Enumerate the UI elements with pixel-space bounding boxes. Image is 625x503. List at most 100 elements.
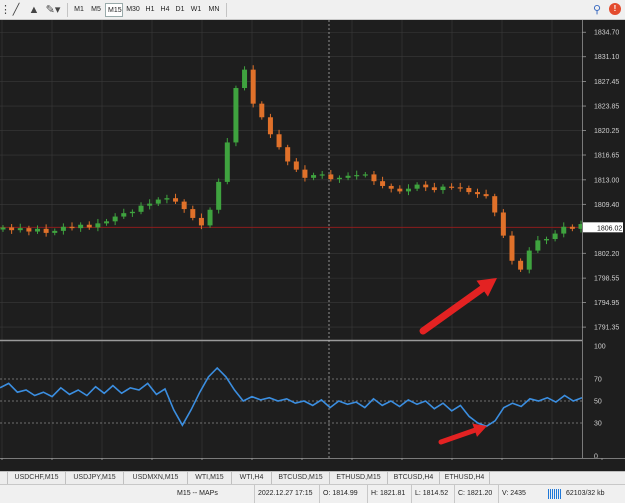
price-tick-label: 1798.55 xyxy=(594,276,619,283)
grid-lines xyxy=(0,20,625,460)
candle-body xyxy=(69,226,75,229)
timeframe-h1[interactable]: H1 xyxy=(143,3,157,17)
candle-body xyxy=(121,213,127,217)
status-low: L: 1814.52 xyxy=(411,485,454,503)
price-tick-label: 1827.45 xyxy=(594,79,619,86)
candle-body xyxy=(190,209,196,218)
candle-body xyxy=(173,198,179,202)
price-tick-label: 1823.85 xyxy=(594,104,619,111)
timeframe-w1[interactable]: W1 xyxy=(188,3,204,17)
tab-ethusd-m15[interactable]: ETHUSD,M15 xyxy=(330,472,388,484)
price-tick-label: 1831.10 xyxy=(594,54,619,61)
candle-body xyxy=(492,196,498,213)
tab-wti-h4[interactable]: WTI,H4 xyxy=(232,472,272,484)
candle-body xyxy=(250,69,256,104)
price-tick-label: 1791.35 xyxy=(594,325,619,332)
candle-body xyxy=(311,175,317,178)
price-tick-label: 1834.70 xyxy=(594,30,619,37)
candle-body xyxy=(354,175,360,177)
candle-body xyxy=(431,187,437,191)
candle-body xyxy=(224,142,230,182)
status-profile: M15 -- MAPs xyxy=(177,490,218,497)
candle-body xyxy=(397,188,403,192)
price-chart[interactable]: 1834.70 1831.10 1827.45 1823.85 1820.25 1816.… xyxy=(0,20,625,460)
candle-body xyxy=(26,228,32,232)
timeframe-m1[interactable]: M1 xyxy=(71,3,87,17)
chart-tabs: USDCHF,M15 USDJPY,M15 USDMXN,M15 WTI,M15 WTI… xyxy=(0,471,625,484)
candle-body xyxy=(138,205,144,212)
candle-body xyxy=(483,194,489,197)
timeframe-toolbar: ⋮ ╱ ▲ ✎▾ ⚲ ! M1 M5 M15 M30 H1 H4 D1 W1 MN xyxy=(0,0,625,20)
candle-body xyxy=(302,169,308,178)
timeframe-m5[interactable]: M5 xyxy=(88,3,104,17)
price-tick-label: 1816.65 xyxy=(594,153,619,160)
toolbar-separator xyxy=(67,3,68,17)
candle-body xyxy=(129,211,135,214)
candle-body xyxy=(112,216,118,222)
triangle-tool-icon[interactable]: ▲ xyxy=(28,2,40,18)
candle-body xyxy=(207,209,213,226)
chart-background xyxy=(0,20,625,460)
candle-body xyxy=(216,181,222,210)
price-tick-label: 1809.40 xyxy=(594,202,619,209)
candle-body xyxy=(466,188,472,193)
candle-body xyxy=(104,221,110,224)
indicator-tick-label: 100 xyxy=(594,344,606,351)
tab-btcusd-h4[interactable]: BTCUSD,H4 xyxy=(388,472,440,484)
candle-body xyxy=(561,226,567,234)
candle-body xyxy=(155,199,161,204)
candle-body xyxy=(500,212,506,236)
status-volume: V: 2435 xyxy=(498,485,542,503)
indicator-tick-label: 30 xyxy=(594,421,602,428)
current-price-label: 1806.02 xyxy=(597,225,622,232)
candle-body xyxy=(380,181,386,186)
status-datetime: 2022.12.27 17:15 xyxy=(254,485,319,503)
candle-body xyxy=(78,224,84,229)
tab-usdmxn-m15[interactable]: USDMXN,M15 xyxy=(124,472,188,484)
candle-body xyxy=(147,203,153,206)
timeframe-d1[interactable]: D1 xyxy=(173,3,187,17)
trendline-tool-icon[interactable]: ╱ xyxy=(10,2,22,18)
connection-bars-icon xyxy=(548,489,562,499)
price-tick-label: 1802.20 xyxy=(594,251,619,258)
candle-body xyxy=(328,174,334,180)
candle-body xyxy=(345,175,351,178)
candle-body xyxy=(9,227,15,231)
candle-body xyxy=(336,177,342,180)
status-high: H: 1821.81 xyxy=(367,485,411,503)
tab-overflow[interactable] xyxy=(0,472,8,484)
toolbar-overflow-icon[interactable]: ⋮ xyxy=(0,2,11,18)
notification-icon[interactable]: ! xyxy=(609,3,621,15)
toolbar-separator xyxy=(226,3,227,17)
candle-body xyxy=(198,217,204,226)
indicator-tick-label: 50 xyxy=(594,399,602,406)
status-open: O: 1814.99 xyxy=(319,485,367,503)
timeframe-mn[interactable]: MN xyxy=(205,3,223,17)
timeframe-m15[interactable]: M15 xyxy=(105,3,123,17)
candle-body xyxy=(543,239,549,241)
candle-body xyxy=(423,184,429,188)
candle-body xyxy=(293,161,299,170)
candle-body xyxy=(164,198,170,200)
indicator-tick-label: 70 xyxy=(594,377,602,384)
timeframe-h4[interactable]: H4 xyxy=(158,3,172,17)
chart-area[interactable]: 1834.70 1831.10 1827.45 1823.85 1820.25 1816.… xyxy=(0,20,625,460)
candle-body xyxy=(526,250,532,270)
candle-body xyxy=(569,226,575,229)
search-icon[interactable]: ⚲ xyxy=(593,2,607,18)
tab-btcusd-m15[interactable]: BTCUSD,M15 xyxy=(272,472,330,484)
objects-menu-icon[interactable]: ✎▾ xyxy=(44,2,62,18)
tab-usdjpy-m15[interactable]: USDJPY,M15 xyxy=(66,472,124,484)
candle-body xyxy=(319,174,325,176)
candle-body xyxy=(276,134,282,148)
candle-body xyxy=(474,192,480,195)
candle-body xyxy=(60,226,66,231)
tab-ethusd-h4[interactable]: ETHUSD,H4 xyxy=(440,472,490,484)
candle-body xyxy=(52,230,58,233)
candle-body xyxy=(388,185,394,189)
tab-wti-m15[interactable]: WTI,M15 xyxy=(188,472,232,484)
candle-body xyxy=(17,228,23,231)
candle-body xyxy=(285,147,291,162)
timeframe-m30[interactable]: M30 xyxy=(124,3,142,17)
tab-usdchf-m15[interactable]: USDCHF,M15 xyxy=(8,472,66,484)
